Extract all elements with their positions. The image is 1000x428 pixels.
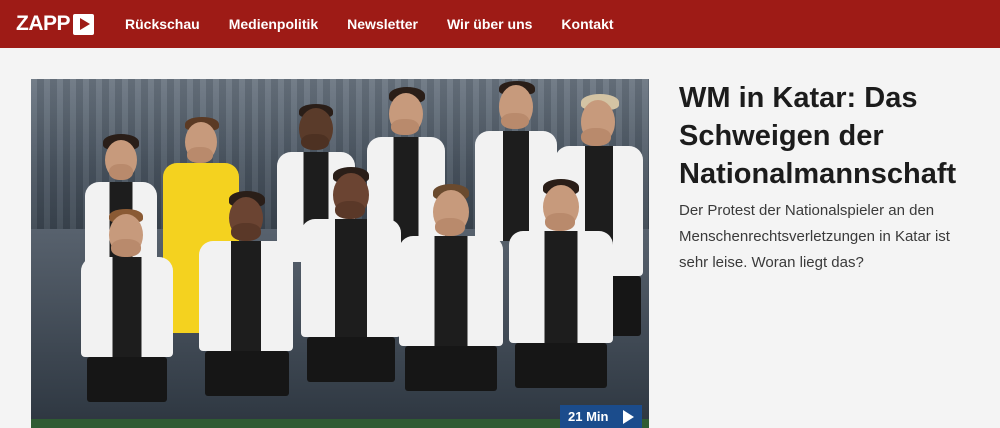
zapp-logo[interactable]: ZAPP — [16, 11, 95, 37]
nav-item-medienpolitik[interactable]: Medienpolitik — [229, 16, 318, 32]
article-title[interactable]: WM in Katar: Das Schweigen der Nationalm… — [679, 79, 979, 193]
teaser-image[interactable]: 21 Min — [31, 79, 649, 428]
main-nav: Rückschau Medienpolitik Newsletter Wir ü… — [125, 0, 614, 48]
player-figure — [71, 209, 181, 428]
article-teaser: Der Protest der Nationalspieler an den M… — [679, 202, 950, 271]
video-duration-badge[interactable]: 21 Min — [560, 405, 642, 428]
nav-item-wir-ueber-uns[interactable]: Wir über uns — [447, 16, 532, 32]
logo-text: ZAPP — [16, 12, 71, 35]
nav-item-kontakt[interactable]: Kontakt — [561, 16, 613, 32]
nav-item-newsletter[interactable]: Newsletter — [347, 16, 418, 32]
logo-play-icon — [73, 13, 95, 35]
player-figure — [191, 191, 301, 428]
duration-label: 21 Min — [568, 409, 609, 424]
play-icon — [623, 409, 634, 424]
nav-item-rueckschau[interactable]: Rückschau — [125, 16, 200, 32]
player-figure — [501, 179, 621, 428]
top-navigation-bar: ZAPP Rückschau Medienpolitik Newsletter … — [0, 0, 1000, 48]
player-figure — [391, 184, 511, 428]
